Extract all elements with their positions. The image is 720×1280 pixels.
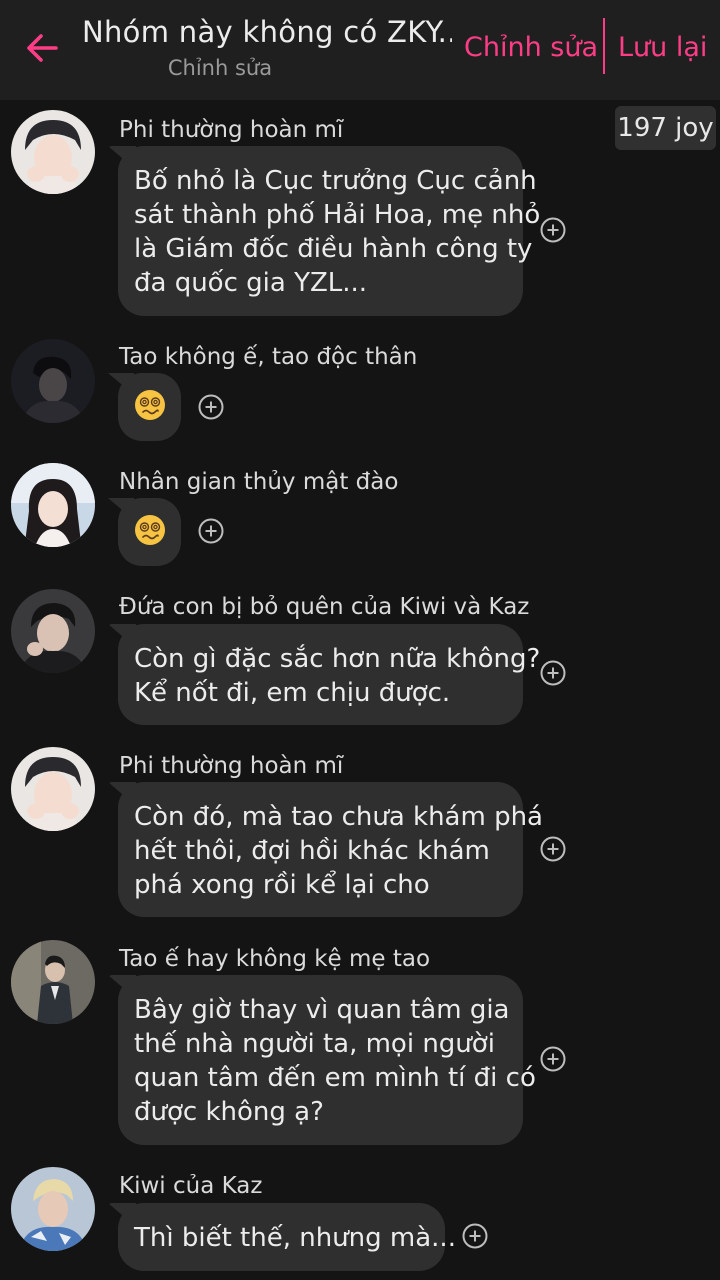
message-text-line: phá xong rồi kể lại cho <box>134 870 430 900</box>
avatar[interactable] <box>11 1167 95 1251</box>
add-reaction-button[interactable] <box>198 394 224 420</box>
message-text-line: Bây giờ thay vì quan tâm gia <box>134 995 510 1025</box>
message-text-line: được không ạ? <box>134 1097 324 1127</box>
message-bubble[interactable]: Thì biết thế, nhưng mà... <box>118 1203 456 1271</box>
avatar[interactable] <box>11 110 95 194</box>
message-text-line: sát thành phố Hải Hoa, mẹ nhỏ <box>134 200 541 230</box>
sender-name: Phi thường hoàn mĩ <box>119 117 344 143</box>
message-text-line: Còn đó, mà tao chưa khám phá <box>134 802 543 832</box>
message-text-line: thế nhà người ta, mọi người <box>134 1029 495 1059</box>
back-button[interactable] <box>18 26 66 70</box>
edit-button[interactable]: Chỉnh sửa <box>464 28 598 68</box>
avatar[interactable] <box>11 589 95 673</box>
add-reaction-button[interactable] <box>540 217 566 243</box>
message-bubble[interactable]: Bây giờ thay vì quan tâm gia thế nhà ngư… <box>118 975 536 1145</box>
plus-circle-icon <box>540 660 566 686</box>
save-button[interactable]: Lưu lại <box>618 28 707 68</box>
plus-circle-icon <box>540 1046 566 1072</box>
message-bubble[interactable] <box>118 373 181 441</box>
add-reaction-button[interactable] <box>540 660 566 686</box>
sender-name: Đứa con bị bỏ quên của Kiwi và Kaz <box>119 594 530 620</box>
add-reaction-button[interactable] <box>198 518 224 544</box>
avatar[interactable] <box>11 940 95 1024</box>
add-reaction-button[interactable] <box>540 836 566 862</box>
sender-name: Kiwi của Kaz <box>119 1173 263 1199</box>
add-reaction-button[interactable] <box>462 1223 488 1249</box>
sender-name: Nhân gian thủy mật đào <box>119 469 399 495</box>
message-text-line: hết thôi, đợi hồi khác khám <box>134 836 490 866</box>
header-divider <box>603 18 605 74</box>
message-text-line: Bố nhỏ là Cục trưởng Cục cảnh <box>134 166 537 196</box>
message-text-line: đa quốc gia YZL... <box>134 268 368 298</box>
avatar[interactable] <box>11 463 95 547</box>
message-bubble[interactable]: Bố nhỏ là Cục trưởng Cục cảnh sát thành … <box>118 146 541 316</box>
message-text-line: quan tâm đến em mình tí đi có <box>134 1063 536 1093</box>
conversation-subtitle: Chỉnh sửa <box>167 56 273 80</box>
sender-name: Phi thường hoàn mĩ <box>119 753 344 779</box>
top-bar: Nhóm này không có ZKY... Chỉnh sửa Chỉnh… <box>0 0 720 100</box>
add-reaction-button[interactable] <box>540 1046 566 1072</box>
message-bubble[interactable]: Còn gì đặc sắc hơn nữa không? Kể nốt đi,… <box>118 624 541 725</box>
message-text-line: Kể nốt đi, em chịu được. <box>134 678 451 708</box>
sender-name: Tao ế hay không kệ mẹ tao <box>119 946 431 972</box>
message-text-line: Thì biết thế, nhưng mà... <box>134 1223 456 1253</box>
plus-circle-icon <box>462 1223 488 1249</box>
plus-circle-icon <box>198 518 224 544</box>
message-text-line: Còn gì đặc sắc hơn nữa không? <box>134 644 541 674</box>
avatar[interactable] <box>11 747 95 831</box>
conversation-title: Nhóm này không có ZKY... <box>82 15 452 49</box>
dizzy-face-icon <box>134 389 166 425</box>
message-text-line: là Giám đốc điều hành công ty <box>134 234 533 264</box>
avatar[interactable] <box>11 339 95 423</box>
plus-circle-icon <box>540 836 566 862</box>
message-bubble[interactable]: Còn đó, mà tao chưa khám phá hết thôi, đ… <box>118 782 543 917</box>
message-bubble[interactable] <box>118 498 181 566</box>
plus-circle-icon <box>198 394 224 420</box>
arrow-left-icon <box>25 33 59 63</box>
plus-circle-icon <box>540 217 566 243</box>
joy-counter-badge: 197 joy <box>615 106 716 150</box>
sender-name: Tao không ế, tao độc thân <box>119 344 418 370</box>
dizzy-face-icon <box>134 514 166 550</box>
